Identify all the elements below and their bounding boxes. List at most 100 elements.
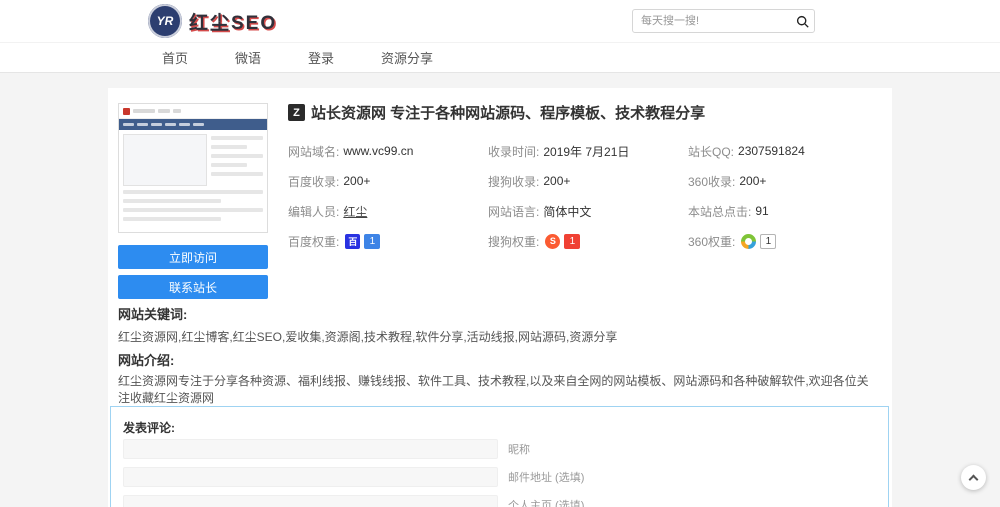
thumb-nav-seg (193, 123, 204, 126)
site-logo[interactable]: YR 红尘SEO (148, 4, 277, 38)
homepage-input[interactable] (123, 495, 498, 507)
editor-link[interactable]: 红尘 (343, 203, 367, 220)
site-title-row: Z 站长资源网 专注于各种网站源码、程序模板、技术教程分享 (288, 102, 705, 123)
thumb-line (211, 145, 247, 149)
comment-form: 发表评论: 昵称 邮件地址 (选填) 个人主页 (选填) (110, 406, 889, 507)
thumb-line (211, 163, 247, 167)
info-label: 站长QQ: (688, 143, 734, 160)
info-included-date: 收录时间: 2019年 7月21日 (488, 143, 688, 160)
thumb-line (211, 154, 263, 158)
thumb-nav-seg (151, 123, 162, 126)
thumb-line (211, 172, 263, 176)
info-label: 搜狗权重: (488, 233, 539, 250)
nav-item-login[interactable]: 登录 (308, 48, 334, 67)
info-total-clicks: 本站总点击: 91 (688, 203, 888, 220)
thumb-footer (119, 190, 267, 221)
thumb-bar (133, 109, 155, 113)
thumb-nav-seg (165, 123, 176, 126)
info-baidu-weight: 百度权重: 百 1 (288, 233, 488, 250)
360-weight-badge: 1 (760, 234, 776, 249)
email-label: 邮件地址 (选填) (508, 469, 584, 485)
comment-field-row: 个人主页 (选填) (123, 495, 584, 507)
main-nav: 首页 微语 登录 资源分享 (0, 42, 1000, 73)
info-label: 本站总点击: (688, 203, 751, 220)
site-thumbnail[interactable] (118, 103, 268, 233)
search-button[interactable] (791, 10, 814, 32)
info-sogou-weight: 搜狗权重: S 1 (488, 233, 688, 250)
info-label: 百度权重: (288, 233, 339, 250)
info-webmaster-qq: 站长QQ: 2307591824 (688, 143, 888, 160)
info-value: 200+ (343, 174, 370, 188)
info-360-weight: 360权重: 1 (688, 233, 888, 250)
thumb-nav-seg (179, 123, 190, 126)
info-sogou-included: 搜狗收录: 200+ (488, 173, 688, 190)
thumb-line (123, 199, 221, 203)
thumb-logo (123, 108, 130, 115)
thumb-bar (158, 109, 170, 113)
info-label: 网站域名: (288, 143, 339, 160)
info-label: 编辑人员: (288, 203, 339, 220)
info-label: 搜狗收录: (488, 173, 539, 190)
info-value: 2019年 7月21日 (543, 143, 629, 160)
info-value: 91 (755, 204, 768, 218)
logo-monogram-icon: YR (148, 4, 182, 38)
comment-field-row: 邮件地址 (选填) (123, 467, 584, 487)
thumb-nav-seg (123, 123, 134, 126)
back-to-top-button[interactable] (961, 465, 986, 490)
info-baidu-included: 百度收录: 200+ (288, 173, 488, 190)
thumb-header (119, 104, 267, 119)
homepage-label: 个人主页 (选填) (508, 497, 584, 507)
nav-item-resource-share[interactable]: 资源分享 (381, 48, 433, 67)
thumb-line (123, 190, 263, 194)
comment-heading: 发表评论: (123, 419, 175, 436)
thumb-sidebar (211, 134, 263, 186)
thumb-line (211, 136, 263, 140)
sogou-weight-badge: 1 (564, 234, 580, 249)
info-label: 收录时间: (488, 143, 539, 160)
thumb-bar (173, 109, 181, 113)
baidu-icon: 百 (345, 234, 360, 249)
search-box (632, 9, 815, 33)
visit-site-button[interactable]: 立即访问 (118, 245, 268, 269)
top-header: YR 红尘SEO (0, 0, 1000, 42)
info-label: 网站语言: (488, 203, 539, 220)
search-input[interactable] (633, 10, 791, 32)
site-detail-card: Z 站长资源网 专注于各种网站源码、程序模板、技术教程分享 网站域名: www.… (108, 88, 892, 507)
thumb-main-block (123, 134, 207, 186)
info-label: 360收录: (688, 173, 735, 190)
thumb-nav-seg (137, 123, 148, 126)
nickname-input[interactable] (123, 439, 498, 459)
intro-text: 红尘资源网专注于分享各种资源、福利线报、赚钱线报、软件工具、技术教程,以及来自全… (118, 372, 878, 406)
info-value: www.vc99.cn (343, 144, 413, 158)
thumb-line (123, 208, 263, 212)
keywords-text: 红尘资源网,红尘博客,红尘SEO,爱收集,资源阁,技术教程,软件分享,活动线报,… (118, 328, 617, 345)
email-input[interactable] (123, 467, 498, 487)
comment-field-row: 昵称 (123, 439, 530, 459)
sogou-icon: S (545, 234, 560, 249)
info-value: 200+ (543, 174, 570, 188)
baidu-weight-badge: 1 (364, 234, 380, 249)
info-360-included: 360收录: 200+ (688, 173, 888, 190)
site-info-grid: 网站域名: www.vc99.cn 收录时间: 2019年 7月21日 站长QQ… (288, 136, 888, 256)
search-icon (796, 15, 809, 28)
contact-webmaster-button[interactable]: 联系站长 (118, 275, 268, 299)
nav-item-home[interactable]: 首页 (162, 48, 188, 67)
intro-heading: 网站介绍: (118, 350, 174, 369)
thumb-body (119, 130, 267, 190)
site-favicon-icon: Z (288, 104, 305, 121)
info-label: 360权重: (688, 233, 735, 250)
info-value: 200+ (739, 174, 766, 188)
logo-text: 红尘SEO (189, 8, 277, 35)
nickname-label: 昵称 (508, 441, 530, 457)
info-value: 2307591824 (738, 144, 805, 158)
keywords-heading: 网站关键词: (118, 304, 187, 323)
thumb-line (123, 217, 221, 221)
info-editor: 编辑人员: 红尘 (288, 203, 488, 220)
thumb-nav (119, 119, 267, 130)
nav-item-weiyu[interactable]: 微语 (235, 48, 261, 67)
info-domain: 网站域名: www.vc99.cn (288, 143, 488, 160)
info-language: 网站语言: 简体中文 (488, 203, 688, 220)
chevron-up-icon (969, 474, 979, 484)
page-title: 站长资源网 专注于各种网站源码、程序模板、技术教程分享 (311, 102, 705, 123)
info-value: 简体中文 (543, 203, 591, 220)
